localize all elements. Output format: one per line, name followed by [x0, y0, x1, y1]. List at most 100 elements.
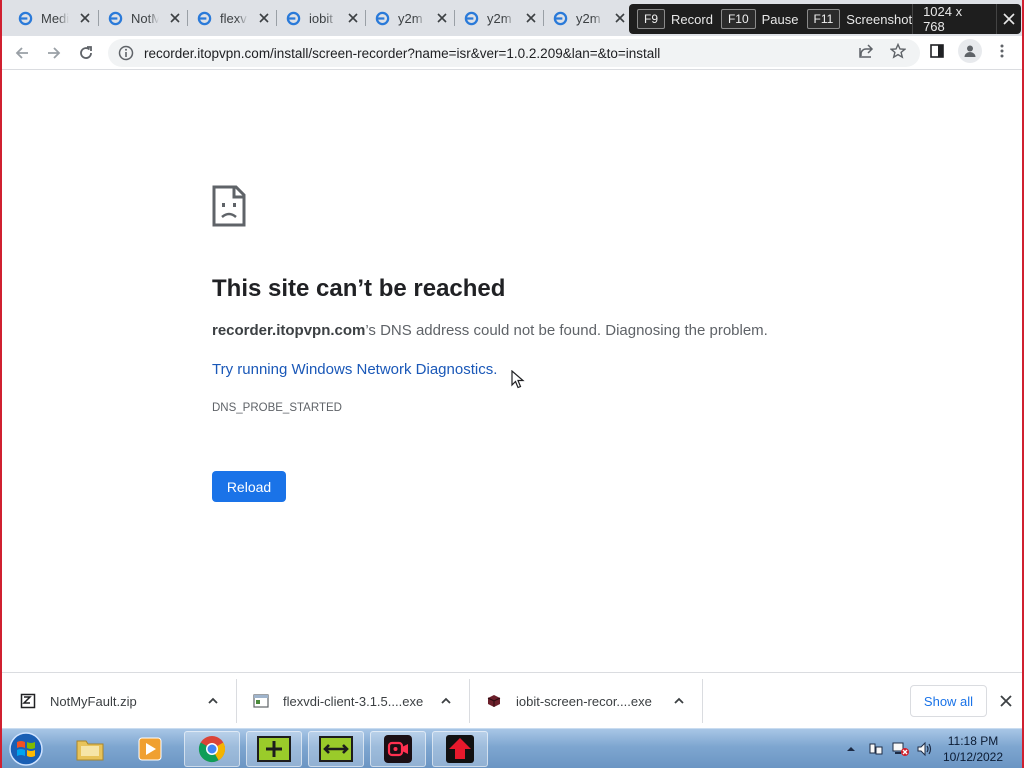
side-panel-button[interactable] [928, 42, 946, 60]
upload-arrow-icon [446, 735, 474, 763]
zip-file-icon [20, 693, 36, 709]
site-favicon-icon [464, 11, 479, 25]
reload-button[interactable]: Reload [212, 471, 286, 502]
avatar-icon [964, 45, 976, 57]
chevron-up-icon[interactable] [672, 694, 686, 708]
chevron-up-icon[interactable] [439, 694, 453, 708]
tab-6[interactable]: y2m [446, 4, 545, 32]
address-bar[interactable]: recorder.itopvpn.com/install/screen-reco… [108, 39, 920, 67]
tab-4[interactable]: iobit [268, 4, 367, 32]
tab-label: y2m [576, 10, 601, 26]
url-text[interactable]: recorder.itopvpn.com/install/screen-reco… [144, 46, 660, 61]
close-shelf-icon[interactable] [997, 692, 1015, 710]
screenshot-key: F11 [806, 9, 841, 29]
share-button[interactable] [857, 42, 875, 60]
site-favicon-icon [286, 11, 301, 25]
tab-strip: Medi NotM flexv iobit y2m y2m y2m F9 Rec… [0, 0, 1024, 36]
app-file-icon [487, 695, 501, 707]
plus-window-icon [257, 736, 291, 762]
error-code: DNS_PROBE_STARTED [212, 402, 342, 414]
tab-3[interactable]: flexv [179, 4, 278, 32]
network-diagnostics-link[interactable]: Try running Windows Network Diagnostics. [212, 361, 497, 378]
folder-icon [76, 740, 104, 761]
recorder-close-icon[interactable] [995, 4, 1021, 34]
profile-button[interactable] [958, 39, 982, 63]
download-filename: NotMyFault.zip [50, 693, 137, 709]
taskbar-explorer[interactable] [62, 731, 118, 767]
windows-taskbar: 11:18 PM 10/12/2022 [0, 728, 1024, 768]
taskbar-media-player[interactable] [122, 731, 178, 767]
downloads-shelf: NotMyFault.zip flexvdi-client-3.1.5....e… [0, 672, 1024, 728]
error-host: recorder.itopvpn.com [212, 322, 366, 339]
back-button[interactable] [10, 41, 34, 65]
download-item[interactable]: flexvdi-client-3.1.5....exe [253, 679, 463, 723]
tab-label: NotM [131, 10, 159, 26]
download-filename: iobit-screen-recor....exe [516, 693, 652, 709]
tab-close-icon[interactable] [612, 10, 628, 26]
tab-label: iobit [309, 10, 333, 26]
taskbar-app-resize[interactable] [308, 731, 364, 767]
record-label[interactable]: Record [671, 12, 713, 27]
share-icon [859, 44, 874, 58]
chevron-up-icon[interactable] [206, 694, 220, 708]
chrome-icon [198, 736, 226, 763]
screen-recorder-icon [384, 735, 412, 763]
taskbar-clock[interactable]: 11:18 PM 10/12/2022 [935, 733, 1011, 765]
volume-icon[interactable] [916, 741, 934, 757]
media-player-icon [138, 737, 162, 761]
recording-resolution: 1024 x 768 [912, 4, 996, 34]
tab-5[interactable]: y2m [357, 4, 456, 32]
forward-button[interactable] [42, 41, 66, 65]
pause-key: F10 [720, 9, 756, 29]
browser-toolbar: recorder.itopvpn.com/install/screen-reco… [0, 36, 1024, 70]
clock-date: 10/12/2022 [942, 750, 1004, 764]
recorder-hotkey-bar: F9 Record F10 Pause F11 Screenshot 1024 … [629, 4, 1021, 34]
mouse-cursor-icon [511, 370, 525, 389]
pause-label[interactable]: Pause [762, 12, 799, 27]
clock-time: 11:18 PM [947, 734, 999, 748]
tab-label: y2m [398, 10, 423, 26]
screenshot-label[interactable]: Screenshot [846, 12, 912, 27]
forward-arrow-icon [48, 47, 61, 59]
info-icon[interactable] [118, 45, 134, 61]
menu-button[interactable] [993, 42, 1011, 60]
tab-label: flexv [220, 10, 247, 26]
back-arrow-icon [15, 47, 28, 59]
tab-2[interactable]: NotM [90, 4, 189, 32]
download-filename: flexvdi-client-3.1.5....exe [283, 693, 424, 709]
side-panel-icon [930, 44, 944, 58]
error-description: recorder.itopvpn.com’s DNS address could… [212, 322, 768, 339]
site-favicon-icon [375, 11, 390, 25]
show-all-button[interactable]: Show all [910, 685, 987, 717]
sad-page-icon [212, 185, 246, 227]
taskbar-app-plus[interactable] [246, 731, 302, 767]
tab-1[interactable]: Medi [0, 4, 99, 32]
network-disconnected-icon[interactable] [892, 741, 910, 757]
refresh-icon [80, 46, 92, 59]
resize-arrows-icon [319, 736, 353, 762]
error-message: ’s DNS address could not be found. Diagn… [365, 322, 768, 339]
error-title: This site can’t be reached [212, 275, 506, 302]
tab-7[interactable]: y2m [535, 4, 634, 32]
kebab-menu-icon [1000, 44, 1004, 58]
site-favicon-icon [18, 11, 33, 25]
action-center-icon[interactable] [868, 741, 884, 757]
tab-label: Medi [41, 10, 69, 26]
start-button[interactable] [6, 730, 46, 768]
download-item[interactable]: NotMyFault.zip [20, 679, 230, 723]
download-item[interactable]: iobit-screen-recor....exe [486, 679, 696, 723]
bookmark-button[interactable] [889, 42, 907, 60]
site-favicon-icon [108, 11, 123, 25]
taskbar-chrome[interactable] [184, 731, 240, 767]
site-favicon-icon [197, 11, 212, 25]
taskbar-upload-app[interactable] [432, 731, 488, 767]
error-page: This site can’t be reached recorder.itop… [212, 185, 812, 502]
taskbar-screen-recorder[interactable] [370, 731, 426, 767]
reload-page-button[interactable] [74, 41, 98, 65]
installer-file-icon [253, 694, 269, 708]
show-hidden-icons-icon[interactable] [846, 744, 856, 754]
tab-label: y2m [487, 10, 512, 26]
site-favicon-icon [553, 11, 568, 25]
record-key: F9 [637, 9, 666, 29]
star-icon [890, 43, 906, 59]
